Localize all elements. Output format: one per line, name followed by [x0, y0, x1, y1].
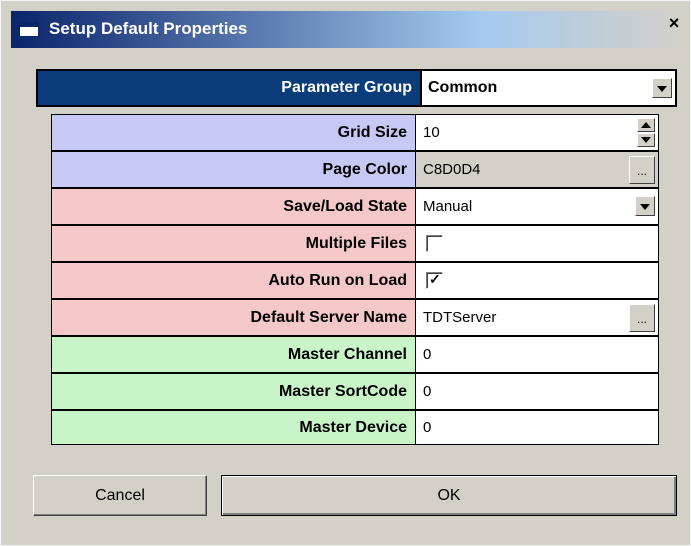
- parameter-group-label: Parameter Group: [38, 71, 420, 105]
- close-button[interactable]: ×: [662, 12, 686, 34]
- property-grid: Grid Size 10 Page Color C8D0D4 ... Save/…: [51, 114, 659, 445]
- cancel-button[interactable]: Cancel: [33, 475, 207, 516]
- dialog-window: Setup Default Properties × Parameter Gro…: [0, 0, 691, 546]
- row-grid-size: Grid Size 10: [52, 115, 658, 151]
- master-device-input[interactable]: 0: [416, 411, 658, 444]
- page-color-browse-button[interactable]: ...: [629, 156, 655, 184]
- default-server-name-input[interactable]: TDTServer ...: [416, 300, 658, 335]
- default-server-name-value: TDTServer: [423, 309, 497, 326]
- save-load-state-label: Save/Load State: [52, 189, 415, 224]
- page-color-field: C8D0D4 ...: [416, 152, 658, 187]
- auto-run-on-load-label: Auto Run on Load: [52, 263, 415, 298]
- save-load-state-value: Manual: [423, 198, 473, 215]
- ok-button[interactable]: OK: [221, 475, 677, 516]
- row-master-sortcode: Master SortCode 0: [52, 374, 658, 410]
- multiple-files-checkbox[interactable]: [426, 235, 443, 252]
- chevron-down-icon[interactable]: [635, 196, 655, 216]
- auto-run-on-load-checkbox[interactable]: ✓: [426, 271, 443, 289]
- row-multiple-files: Multiple Files: [52, 226, 658, 262]
- master-channel-value: 0: [423, 346, 432, 363]
- grid-size-input[interactable]: 10: [416, 115, 658, 150]
- master-sortcode-value: 0: [423, 383, 432, 400]
- grid-size-spinner[interactable]: [637, 118, 655, 147]
- default-server-name-label: Default Server Name: [52, 300, 415, 335]
- master-channel-input[interactable]: 0: [416, 337, 658, 372]
- auto-run-on-load-field: ✓: [416, 263, 658, 298]
- page-color-value: C8D0D4: [423, 161, 481, 178]
- page-color-label: Page Color: [52, 152, 415, 187]
- spin-down-icon[interactable]: [637, 133, 655, 147]
- multiple-files-label: Multiple Files: [52, 226, 415, 261]
- row-master-device: Master Device 0: [52, 411, 658, 444]
- master-channel-label: Master Channel: [52, 337, 415, 372]
- title-bar: Setup Default Properties: [11, 11, 686, 48]
- row-master-channel: Master Channel 0: [52, 337, 658, 373]
- grid-size-value: 10: [423, 124, 440, 141]
- window-title: Setup Default Properties: [49, 19, 248, 38]
- master-device-label: Master Device: [52, 411, 415, 444]
- window-icon: [19, 22, 39, 37]
- checkmark-icon: ✓: [429, 271, 441, 287]
- save-load-state-select[interactable]: Manual: [416, 189, 658, 224]
- parameter-group-row: Parameter Group Common: [36, 69, 677, 107]
- row-save-load-state: Save/Load State Manual: [52, 189, 658, 225]
- parameter-group-value: Common: [428, 79, 498, 96]
- grid-size-label: Grid Size: [52, 115, 415, 150]
- spin-up-icon[interactable]: [637, 118, 655, 132]
- row-page-color: Page Color C8D0D4 ...: [52, 152, 658, 188]
- row-default-server-name: Default Server Name TDTServer ...: [52, 300, 658, 336]
- chevron-down-icon[interactable]: [652, 78, 672, 98]
- master-sortcode-input[interactable]: 0: [416, 374, 658, 409]
- master-device-value: 0: [423, 419, 432, 436]
- parameter-group-select[interactable]: Common: [422, 71, 675, 105]
- server-browse-button[interactable]: ...: [629, 304, 655, 332]
- multiple-files-field: [416, 226, 658, 261]
- master-sortcode-label: Master SortCode: [52, 374, 415, 409]
- row-auto-run-on-load: Auto Run on Load ✓: [52, 263, 658, 299]
